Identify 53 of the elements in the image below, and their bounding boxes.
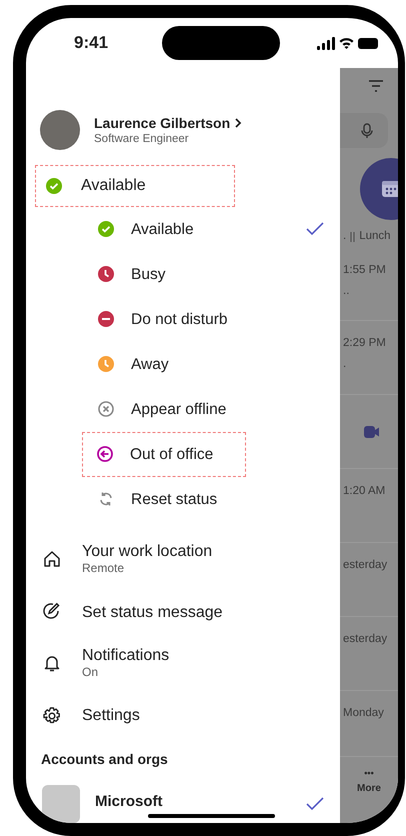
status-option[interactable]: Reset status (26, 476, 246, 522)
microphone-icon (361, 122, 373, 138)
status-label: Available (81, 176, 146, 196)
utensils-icon (350, 230, 356, 243)
calendar-icon (381, 180, 398, 198)
filter-icon (368, 80, 384, 92)
status-label: Away (131, 354, 169, 375)
clock-time: 9:41 (74, 32, 110, 54)
chat-time: 2:29 PM (343, 336, 387, 351)
section-heading: Accounts and orgs (40, 750, 169, 770)
org-logo-placeholder (42, 785, 80, 823)
chat-time: esterday (343, 632, 388, 647)
profile-role: Software Engineer (94, 132, 190, 146)
event-title: Lunch (359, 229, 391, 244)
chat-time: 1:55 PM (343, 263, 387, 278)
menu-item[interactable]: Your work location (82, 542, 212, 562)
menu-item[interactable]: Set status message (82, 602, 223, 622)
chat-time: Monday (343, 706, 385, 721)
more-label: More (357, 782, 381, 796)
menu-item[interactable]: Notifications (82, 646, 170, 665)
chat-preview: . (343, 357, 348, 372)
status-option[interactable]: Available (26, 206, 246, 252)
status-label: Reset status (131, 490, 218, 510)
event-preview: . (343, 229, 346, 244)
chat-time: 1:20 AM (343, 484, 386, 499)
more-dots: ••• (364, 767, 374, 780)
settings-icon (42, 706, 62, 726)
chat-time: esterday (343, 558, 388, 573)
menu-item-value: Remote (82, 561, 126, 576)
status-label: Busy (131, 264, 166, 285)
status-option[interactable]: Away (26, 342, 246, 387)
avatar-placeholder[interactable] (40, 110, 80, 150)
status-option[interactable]: Busy (26, 252, 246, 297)
menu-item-value: On (82, 664, 100, 680)
profile-name[interactable]: Laurence Gilbertson (94, 114, 230, 132)
status-label: Out of office (130, 444, 214, 465)
video-call-icon (362, 424, 380, 438)
status-option[interactable]: Appear offline (26, 386, 246, 432)
wifi-icon (339, 37, 354, 49)
home-icon (42, 549, 62, 570)
current-status[interactable]: Available (35, 165, 235, 207)
chevron-right-icon (234, 118, 242, 128)
search-field[interactable] (340, 113, 388, 148)
signal-icon (317, 36, 335, 50)
account-name[interactable]: Microsoft (95, 791, 162, 814)
status-label: Appear offline (131, 400, 226, 420)
menu-item[interactable]: Settings (82, 706, 140, 726)
chat-preview: .. (343, 284, 350, 300)
status-option[interactable]: Out of office (82, 432, 246, 477)
status-label: Available (131, 220, 194, 240)
battery-icon (358, 38, 378, 48)
status-option[interactable]: Do not disturb (26, 296, 246, 342)
status-label: Do not disturb (131, 310, 228, 330)
